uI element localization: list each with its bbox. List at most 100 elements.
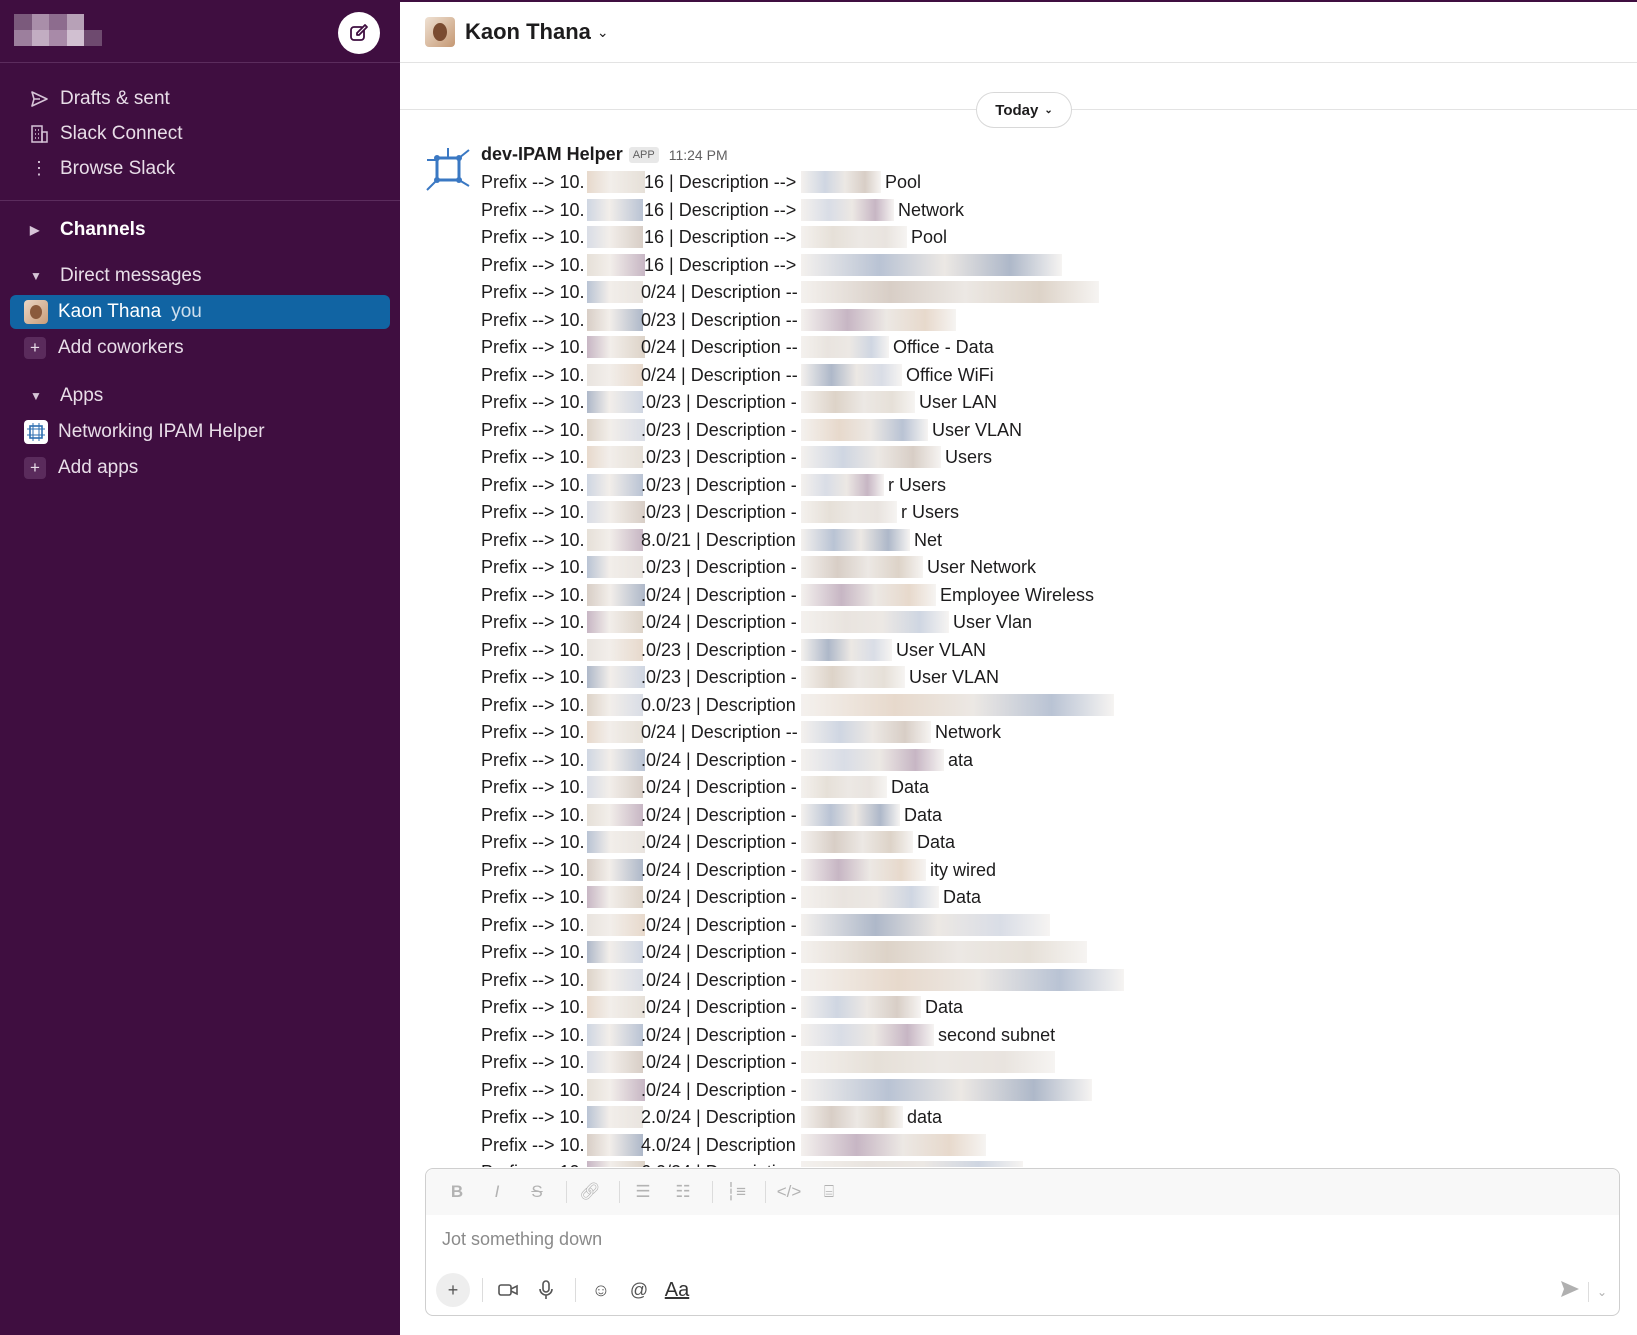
slack-app: Drafts & sent Slack Connect ⋮ Browse Sla… bbox=[0, 0, 1637, 1335]
prefix-description-label: .0/24 | Description - bbox=[641, 997, 797, 1017]
message-time[interactable]: 11:24 PM bbox=[669, 147, 728, 163]
bot-avatar-icon bbox=[426, 148, 470, 191]
day-divider-button[interactable]: Today ⌄ bbox=[976, 92, 1072, 128]
message-input[interactable]: Jot something down bbox=[426, 1215, 1619, 1269]
message-line: Prefix --> 10. .0/23 | Description - User … bbox=[481, 637, 1611, 665]
microphone-icon[interactable] bbox=[529, 1273, 563, 1307]
redacted-block bbox=[587, 913, 645, 936]
description-value: User Vlan bbox=[953, 612, 1033, 632]
prefix-label: Prefix --> 10. bbox=[481, 969, 585, 990]
description-value: Network bbox=[898, 199, 965, 220]
redacted-block bbox=[801, 583, 936, 606]
nav-browse[interactable]: ⋮ Browse Slack bbox=[0, 151, 400, 186]
prefix-description-label: 0/24 | Description -- bbox=[641, 722, 798, 742]
redacted-block bbox=[801, 1023, 934, 1046]
message-line: Prefix --> 10. .0/24 | Description - Data bbox=[481, 994, 1611, 1022]
redacted-block bbox=[801, 611, 949, 633]
message-line: Prefix --> 10. 16 | Description --> Networ… bbox=[481, 197, 1611, 225]
redacted-block bbox=[587, 666, 645, 688]
redacted-block bbox=[801, 446, 941, 468]
app-item-ipam[interactable]: Networking IPAM Helper bbox=[10, 415, 390, 449]
video-icon[interactable] bbox=[491, 1273, 525, 1307]
message-line: Prefix --> 10. .0/23 | Description - r Use… bbox=[481, 499, 1611, 527]
prefix-description-label: 4.0/24 | Description bbox=[641, 1134, 796, 1155]
prefix-description-label: 16 | Description --> bbox=[644, 254, 797, 275]
chevron-down-icon[interactable]: ⌄ bbox=[1597, 1285, 1607, 1299]
redacted-block bbox=[801, 1106, 903, 1128]
ordered-list-icon[interactable]: ☰ bbox=[626, 1178, 660, 1206]
prefix-description-label: .0/24 | Description - bbox=[641, 584, 797, 605]
compose-button[interactable] bbox=[338, 12, 380, 54]
prefix-description-label: .0/23 | Description - bbox=[641, 667, 797, 687]
prefix-label: Prefix --> 10. bbox=[481, 282, 585, 302]
message-line: Prefix --> 10. .0/23 | Description - User … bbox=[481, 389, 1611, 417]
description-value: Office - Data bbox=[893, 337, 994, 357]
workspace-logo[interactable] bbox=[14, 14, 102, 46]
toolbar-separator bbox=[712, 1181, 713, 1203]
avatar bbox=[425, 17, 455, 47]
composer-separator bbox=[482, 1278, 483, 1302]
attach-plus-icon[interactable]: + bbox=[436, 1273, 470, 1307]
redacted-block bbox=[801, 968, 1124, 991]
description-value: ity wired bbox=[930, 859, 997, 880]
prefix-description-label: 8.0/21 | Description bbox=[641, 529, 796, 550]
send-icon[interactable] bbox=[1560, 1280, 1580, 1303]
code-block-icon[interactable]: ⌸ bbox=[812, 1178, 846, 1206]
plus-icon: + bbox=[24, 457, 46, 479]
bulleted-list-icon[interactable]: ☷ bbox=[666, 1178, 700, 1206]
nav-drafts[interactable]: Drafts & sent bbox=[0, 81, 400, 116]
prefix-description-label: .0/24 | Description - bbox=[641, 1052, 797, 1072]
prefix-description-label: 16 | Description --> bbox=[644, 199, 797, 220]
redacted-block bbox=[801, 1161, 1023, 1167]
redacted-block bbox=[587, 226, 643, 248]
message-line: Prefix --> 10. 16 | Description --> Pool bbox=[481, 224, 1611, 252]
link-icon[interactable]: 🔗︎ bbox=[573, 1178, 607, 1206]
apps-section[interactable]: ▼ Apps bbox=[0, 379, 400, 413]
redacted-block bbox=[587, 721, 643, 743]
prefix-label: Prefix --> 10. bbox=[481, 502, 585, 522]
bold-icon[interactable]: B bbox=[440, 1178, 474, 1206]
conversation-header[interactable]: Kaon Thana ⌄ bbox=[400, 2, 1637, 63]
description-value: User LAN bbox=[919, 392, 998, 412]
format-toolbar: B I S 🔗︎ ☰ ☷ ┆≡ </> ⌸ bbox=[426, 1169, 1619, 1215]
prefix-label: Prefix --> 10. bbox=[481, 309, 585, 330]
prefix-description-label: .0/23 | Description - bbox=[641, 392, 797, 412]
prefix-label: Prefix --> 10. bbox=[481, 1052, 585, 1072]
message-line: Prefix --> 10. .0/24 | Description - ata bbox=[481, 747, 1611, 775]
redacted-block bbox=[587, 171, 645, 193]
mention-icon[interactable]: @ bbox=[622, 1273, 656, 1307]
message-sender[interactable]: dev-IPAM Helper bbox=[481, 144, 623, 165]
redacted-block bbox=[587, 831, 645, 853]
strikethrough-icon[interactable]: S bbox=[520, 1178, 554, 1206]
channels-section[interactable]: ▶ Channels bbox=[0, 213, 400, 247]
redacted-block bbox=[801, 253, 1062, 276]
prefix-description-label: .0/23 | Description - bbox=[641, 419, 797, 440]
redacted-block bbox=[801, 858, 926, 881]
italic-icon[interactable]: I bbox=[480, 1178, 514, 1206]
redacted-block bbox=[587, 611, 643, 633]
message-line: Prefix --> 10. .0/24 | Description - User … bbox=[481, 609, 1611, 637]
description-value: Employee Wireless bbox=[940, 584, 1095, 605]
prefix-label: Prefix --> 10. bbox=[481, 199, 585, 220]
prefix-description-label: 0/24 | Description -- bbox=[641, 364, 798, 385]
nav-slack-connect[interactable]: Slack Connect bbox=[0, 116, 400, 151]
prefix-label: Prefix --> 10. bbox=[481, 722, 585, 742]
add-coworkers-item[interactable]: + Add coworkers bbox=[10, 331, 390, 365]
emoji-icon[interactable]: ☺ bbox=[584, 1273, 618, 1307]
caret-right-icon: ▶ bbox=[30, 223, 40, 237]
redacted-block bbox=[801, 996, 921, 1018]
app-badge: APP bbox=[628, 146, 659, 163]
avatar bbox=[24, 300, 48, 324]
prefix-description-label: 0/24 | Description -- bbox=[641, 282, 798, 302]
prefix-description-label: 0/23 | Description -- bbox=[641, 309, 798, 330]
redacted-block bbox=[801, 308, 956, 331]
code-icon[interactable]: </> bbox=[772, 1178, 806, 1206]
message-line: Prefix --> 10. 4.0/24 | Description bbox=[481, 1132, 1611, 1160]
redacted-block bbox=[587, 996, 645, 1018]
add-apps-item[interactable]: + Add apps bbox=[10, 451, 390, 485]
text-format-icon[interactable]: Aa bbox=[660, 1273, 694, 1307]
redacted-block bbox=[587, 968, 643, 991]
dm-section[interactable]: ▼ Direct messages bbox=[0, 259, 400, 293]
blockquote-icon[interactable]: ┆≡ bbox=[719, 1178, 753, 1206]
dm-item-kaon[interactable]: Kaon Thana you bbox=[10, 295, 390, 329]
